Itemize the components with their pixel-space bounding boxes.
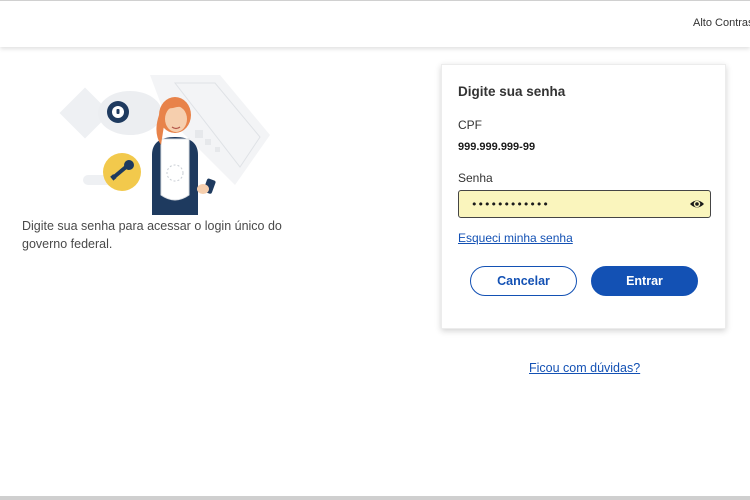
login-illustration: [59, 75, 270, 215]
forgot-password-link[interactable]: Esqueci minha senha: [458, 231, 573, 245]
enter-button[interactable]: Entrar: [591, 266, 698, 296]
help-link[interactable]: Ficou com dúvidas?: [529, 361, 640, 375]
login-intro-text: Digite sua senha para acessar o login ún…: [22, 219, 282, 251]
cpf-label: CPF: [458, 118, 482, 132]
password-input[interactable]: [459, 191, 684, 217]
high-contrast-label: Alto Contraste: [693, 17, 750, 29]
login-card: Digite sua senha CPF 999.999.999-99 Senh…: [441, 64, 726, 329]
eye-icon[interactable]: [689, 197, 705, 211]
key-badge: [103, 153, 141, 191]
cpf-value: 999.999.999-99: [458, 141, 536, 153]
password-label: Senha: [458, 171, 493, 185]
high-contrast-toggle[interactable]: Alto Contraste: [687, 17, 750, 29]
bottom-divider: [0, 496, 750, 500]
top-header: Alto Contraste: [0, 0, 750, 47]
lock-badge: [107, 101, 129, 123]
card-title: Digite sua senha: [458, 84, 566, 99]
cancel-button[interactable]: Cancelar: [470, 266, 577, 296]
password-field[interactable]: [458, 190, 711, 218]
